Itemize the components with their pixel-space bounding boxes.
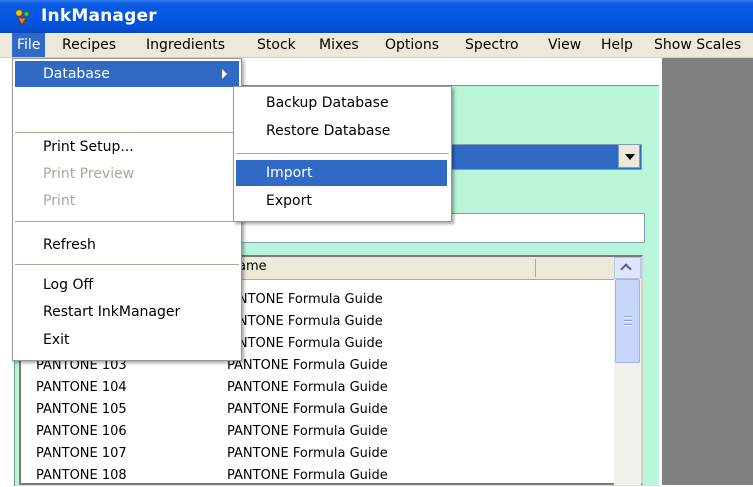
menu-separator xyxy=(236,153,449,154)
app-logo-icon xyxy=(15,9,30,26)
submenu-arrow-icon xyxy=(222,69,227,79)
list-header: ame xyxy=(230,257,614,280)
menu-item-backup-database[interactable]: Backup Database xyxy=(236,90,451,116)
menu-item-restart[interactable]: Restart InkManager xyxy=(15,299,239,325)
scroll-up-icon[interactable] xyxy=(614,257,641,279)
file-menu: Database Print Setup... Print Preview Pr… xyxy=(12,58,242,361)
menu-recipes[interactable]: Recipes xyxy=(57,33,121,57)
menu-ingredients[interactable]: Ingredients xyxy=(141,33,230,57)
row-code[interactable]: PANTONE 105 xyxy=(36,399,127,421)
menu-separator xyxy=(15,221,239,222)
list-item[interactable]: ANTONE Formula Guide xyxy=(229,289,383,311)
row-code[interactable]: PANTONE 106 xyxy=(36,421,127,443)
list-item[interactable]: ANTONE Formula Guide xyxy=(229,311,383,333)
menu-item-print: Print xyxy=(43,193,76,209)
row-name: ANTONE Formula Guide xyxy=(229,292,383,307)
menu-item-log-off[interactable]: Log Off xyxy=(15,272,239,298)
column-divider[interactable] xyxy=(535,259,536,277)
row-name: ANTONE Formula Guide xyxy=(229,336,383,351)
menu-separator xyxy=(15,264,239,265)
menu-show-scales[interactable]: Show Scales xyxy=(649,33,746,57)
menu-bar: File Recipes Ingredients Stock Mixes Opt… xyxy=(0,33,753,58)
row-name[interactable]: PANTONE Formula Guide xyxy=(227,421,388,443)
menu-options[interactable]: Options xyxy=(380,33,444,57)
menu-stock[interactable]: Stock xyxy=(252,33,301,57)
menu-view[interactable]: View xyxy=(543,33,586,57)
grip-line xyxy=(624,324,632,326)
grip-line xyxy=(624,316,632,318)
menu-item-refresh[interactable]: Refresh xyxy=(15,232,239,258)
menu-separator xyxy=(15,132,239,133)
menu-item-print-setup[interactable]: Print Setup... xyxy=(15,134,239,160)
row-name[interactable]: PANTONE Formula Guide xyxy=(227,465,388,487)
window-title: InkManager xyxy=(41,6,157,26)
menu-item-restore-database[interactable]: Restore Database xyxy=(236,118,451,144)
column-header-name[interactable]: ame xyxy=(238,259,267,274)
menu-item-exit[interactable]: Exit xyxy=(15,327,239,353)
row-code[interactable]: PANTONE 104 xyxy=(36,377,127,399)
row-name: ANTONE Formula Guide xyxy=(229,314,383,329)
menu-mixes[interactable]: Mixes xyxy=(314,33,364,57)
list-item[interactable]: ANTONE Formula Guide xyxy=(229,333,383,355)
menu-item-print-preview: Print Preview xyxy=(43,166,135,182)
list-scrollbar[interactable] xyxy=(614,257,641,485)
menu-item-import[interactable]: Import xyxy=(236,160,447,186)
row-name[interactable]: PANTONE Formula Guide xyxy=(227,399,388,421)
row-name[interactable]: PANTONE Formula Guide xyxy=(227,443,388,465)
row-name[interactable]: PANTONE Formula Guide xyxy=(227,377,388,399)
menu-file[interactable]: File xyxy=(12,33,46,57)
mdi-background xyxy=(662,58,753,485)
menu-item-label: Database xyxy=(43,66,110,82)
row-code[interactable]: PANTONE 107 xyxy=(36,443,127,465)
menu-item-export[interactable]: Export xyxy=(236,188,451,214)
row-code[interactable]: PANTONE 108 xyxy=(36,465,127,487)
menu-help[interactable]: Help xyxy=(596,33,638,57)
menu-spectro[interactable]: Spectro xyxy=(460,33,524,57)
grip-line xyxy=(624,320,632,322)
menu-item-database[interactable]: Database xyxy=(15,61,239,87)
combo-dropdown-button[interactable] xyxy=(618,144,640,168)
row-name[interactable]: PANTONE Formula Guide xyxy=(227,355,388,377)
database-submenu: Backup Database Restore Database Import … xyxy=(233,86,452,222)
title-bar: InkManager xyxy=(0,0,753,33)
scroll-thumb[interactable] xyxy=(615,279,640,363)
